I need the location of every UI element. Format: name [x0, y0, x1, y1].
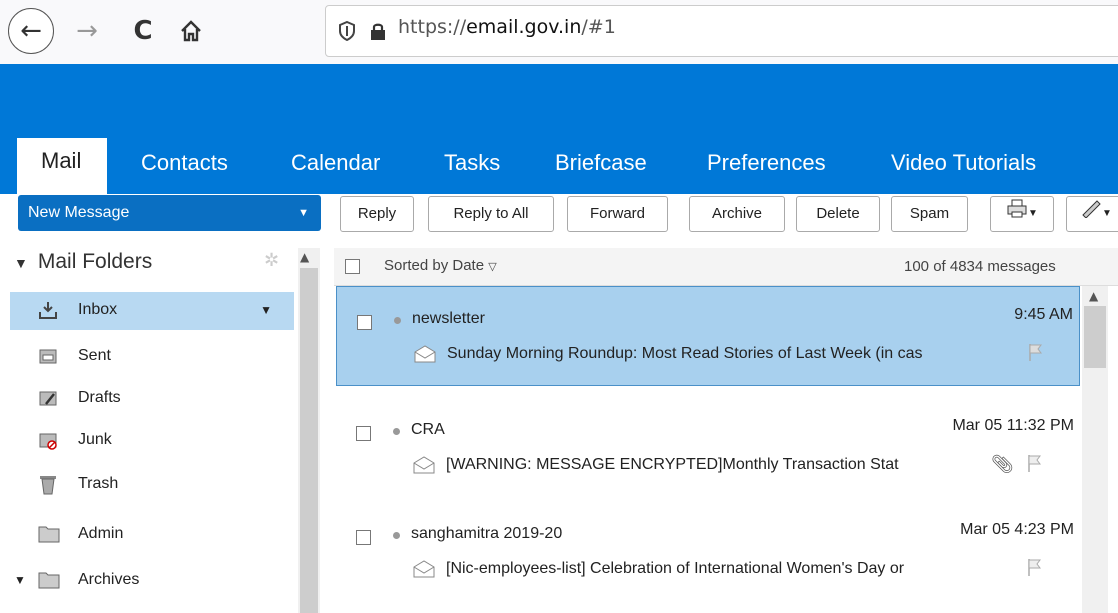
collapse-triangle-icon[interactable]: ▼ — [14, 255, 28, 271]
folder-junk[interactable]: Junk — [10, 422, 294, 460]
folder-icon — [38, 524, 60, 549]
gear-icon[interactable]: ✲ — [264, 250, 279, 271]
tag-icon — [1080, 197, 1102, 231]
envelope-icon — [413, 560, 435, 583]
inbox-icon — [38, 300, 58, 325]
print-icon — [1006, 197, 1028, 231]
sent-icon — [38, 346, 58, 371]
folder-admin[interactable]: Admin — [10, 516, 294, 554]
sort-control[interactable]: Sorted by Date ▽ — [384, 257, 497, 274]
collapse-triangle-icon[interactable]: ▼ — [14, 573, 26, 587]
reply-button[interactable]: Reply — [340, 196, 414, 232]
folder-label: Drafts — [78, 389, 121, 406]
chevron-down-icon[interactable]: ▼ — [298, 195, 309, 231]
new-message-button[interactable]: New Message ▼ — [18, 195, 321, 231]
message-row[interactable]: CRA Mar 05 11:32 PM [WARNING: MESSAGE EN… — [336, 398, 1080, 498]
message-row[interactable]: newsletter 9:45 AM Sunday Morning Roundu… — [336, 286, 1080, 386]
message-sender: sanghamitra 2019-20 — [411, 525, 563, 542]
tab-contacts[interactable]: Contacts — [141, 140, 228, 194]
folder-label: Admin — [78, 525, 124, 542]
trash-icon — [38, 474, 58, 501]
unread-dot-icon[interactable] — [393, 428, 400, 435]
shield-icon[interactable] — [338, 20, 356, 45]
tab-video-tutorials[interactable]: Video Tutorials — [891, 140, 1036, 194]
archive-button[interactable]: Archive — [689, 196, 785, 232]
sidebar-scrollbar-thumb[interactable] — [300, 268, 318, 613]
lock-icon[interactable] — [369, 21, 387, 45]
message-subject: [Nic-employees-list] Celebration of Inte… — [446, 560, 905, 577]
message-time: Mar 05 4:23 PM — [960, 521, 1074, 538]
chevron-down-icon: ▼ — [1028, 208, 1038, 220]
tab-calendar[interactable]: Calendar — [291, 140, 380, 194]
flag-icon[interactable] — [1027, 342, 1043, 367]
url-text[interactable]: https://email.gov.in/#1 — [398, 16, 616, 38]
chevron-down-icon: ▼ — [1102, 208, 1112, 220]
home-icon[interactable] — [174, 14, 208, 48]
message-checkbox[interactable] — [356, 426, 371, 441]
message-time: Mar 05 11:32 PM — [952, 417, 1074, 434]
flag-icon[interactable] — [1026, 453, 1042, 478]
folder-label: Inbox — [78, 301, 118, 318]
spam-button[interactable]: Spam — [891, 196, 968, 232]
message-row[interactable]: sanghamitra 2019-20 Mar 05 4:23 PM [Nic-… — [336, 502, 1080, 602]
message-sender: newsletter — [412, 310, 485, 327]
message-time: 9:45 AM — [1014, 306, 1073, 323]
folder-drafts[interactable]: Drafts — [10, 380, 294, 418]
reply-all-button[interactable]: Reply to All — [428, 196, 554, 232]
attachment-icon: 📎︎ — [991, 454, 1014, 474]
delete-button[interactable]: Delete — [796, 196, 880, 232]
tab-preferences[interactable]: Preferences — [707, 140, 826, 194]
print-button[interactable]: ▼ — [990, 196, 1054, 232]
envelope-icon — [414, 345, 436, 368]
junk-icon — [38, 430, 58, 455]
folder-sent[interactable]: Sent — [10, 338, 294, 376]
message-list-scrollbar-thumb[interactable] — [1084, 306, 1106, 368]
folder-inbox[interactable]: Inbox ▼ — [10, 292, 294, 330]
drafts-icon — [38, 388, 58, 413]
folder-icon — [38, 570, 60, 595]
tab-mail[interactable]: Mail — [17, 138, 108, 194]
folder-label: Archives — [78, 571, 140, 588]
reload-icon[interactable]: C — [126, 14, 160, 48]
folder-label: Junk — [78, 431, 112, 448]
message-subject: [WARNING: MESSAGE ENCRYPTED]Monthly Tran… — [446, 456, 899, 473]
message-checkbox[interactable] — [357, 315, 372, 330]
unread-dot-icon[interactable] — [394, 317, 401, 324]
select-all-checkbox[interactable] — [345, 259, 360, 274]
scroll-up-icon[interactable]: ▲ — [1089, 289, 1098, 303]
message-sender: CRA — [411, 421, 445, 438]
message-count: 100 of 4834 messages — [904, 258, 1056, 275]
envelope-icon — [413, 456, 435, 479]
sort-direction-icon: ▽ — [488, 261, 497, 273]
unread-dot-icon[interactable] — [393, 532, 400, 539]
folder-trash[interactable]: Trash — [10, 466, 294, 504]
sort-label: Sorted by Date — [384, 257, 485, 274]
mail-folders-label: Mail Folders — [37, 250, 153, 273]
message-subject: Sunday Morning Roundup: Most Read Storie… — [447, 345, 923, 362]
folder-archives[interactable]: ▼ Archives — [10, 562, 294, 600]
forward-icon[interactable]: → — [70, 14, 104, 48]
tab-tasks[interactable]: Tasks — [444, 140, 500, 194]
chevron-down-icon[interactable]: ▼ — [260, 303, 272, 317]
scroll-up-icon[interactable]: ▲ — [300, 250, 309, 264]
new-message-label: New Message — [28, 204, 130, 221]
tag-button[interactable]: ▼ — [1066, 196, 1118, 232]
flag-icon[interactable] — [1026, 557, 1042, 582]
folder-label: Trash — [78, 475, 119, 492]
back-icon[interactable]: ← — [8, 8, 54, 54]
tab-briefcase[interactable]: Briefcase — [555, 140, 647, 194]
mail-folders-header[interactable]: ▼ Mail Folders — [14, 250, 152, 274]
forward-button[interactable]: Forward — [567, 196, 668, 232]
message-checkbox[interactable] — [356, 530, 371, 545]
folder-label: Sent — [78, 347, 111, 364]
